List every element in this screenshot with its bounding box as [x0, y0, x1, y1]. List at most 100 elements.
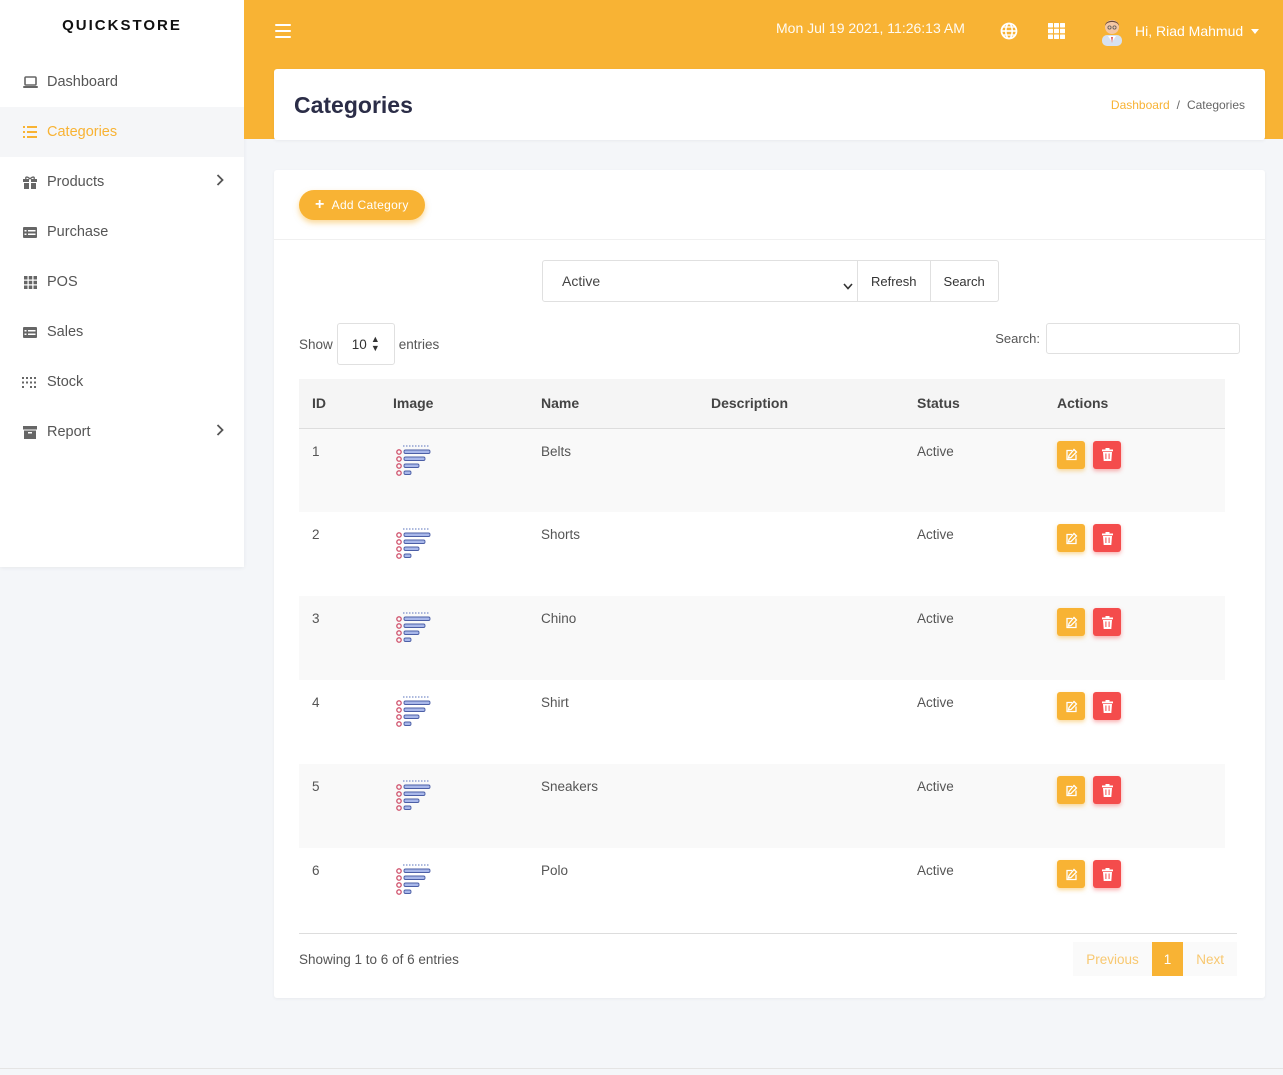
breadcrumb-current: Categories	[1186, 98, 1245, 112]
sidebar-nav: Dashboard Categories Products Purchase P…	[0, 57, 244, 457]
column-header-id[interactable]: ID	[299, 379, 393, 429]
table-footer-divider	[299, 933, 1237, 934]
sidebar-item-products[interactable]: Products	[0, 157, 244, 207]
sidebar-item-dashboard[interactable]: Dashboard	[0, 57, 244, 107]
globe-icon[interactable]	[1000, 22, 1018, 43]
edit-button[interactable]	[1057, 692, 1085, 720]
category-thumbnail-icon	[395, 780, 433, 816]
cell-actions	[1057, 512, 1225, 596]
category-thumbnail-icon	[395, 696, 433, 732]
user-greeting: Hi, Riad Mahmud	[1135, 23, 1244, 39]
row-actions	[1057, 692, 1225, 720]
page-length-value: 10	[351, 336, 367, 352]
avatar	[1097, 16, 1127, 46]
cell-name: Chino	[541, 611, 577, 626]
sidebar-item-categories[interactable]: Categories	[0, 107, 244, 157]
chevron-right-icon	[216, 424, 224, 440]
cell-name: Sneakers	[541, 779, 599, 794]
sidebar-item-label: Purchase	[47, 224, 109, 240]
show-label: Show	[299, 336, 333, 352]
cell-status: Active	[917, 611, 954, 626]
card-header: + Add Category	[274, 170, 1265, 240]
column-header-status[interactable]: Status	[917, 379, 1057, 429]
row-actions	[1057, 524, 1225, 552]
trash-icon	[1101, 783, 1113, 797]
refresh-button[interactable]: Refresh	[858, 260, 931, 302]
user-menu[interactable]: Hi, Riad Mahmud	[1097, 16, 1260, 46]
sidebar-item-label: Stock	[47, 374, 84, 390]
search-button[interactable]: Search	[930, 260, 999, 302]
category-thumbnail-icon	[395, 864, 433, 900]
edit-button[interactable]	[1057, 860, 1085, 888]
cell-status: Active	[917, 863, 954, 878]
add-category-button[interactable]: + Add Category	[299, 190, 425, 220]
sidebar-item-label: Products	[47, 174, 105, 190]
cell-image	[393, 428, 541, 512]
table-body: 1 Belts Active 2 Shorts Active 3 Chino A…	[299, 428, 1225, 932]
grid-icon	[22, 275, 38, 289]
table-row: 4 Shirt Active	[299, 680, 1225, 764]
cell-name: Shirt	[541, 695, 569, 710]
trash-icon	[1101, 699, 1113, 713]
pagination-next[interactable]: Next	[1183, 942, 1237, 976]
delete-button[interactable]	[1093, 608, 1121, 636]
trash-icon	[1101, 448, 1113, 461]
laptop-icon	[22, 75, 38, 89]
cell-status: Active	[917, 695, 954, 710]
cell-id: 3	[312, 611, 320, 626]
edit-button[interactable]	[1057, 608, 1085, 636]
delete-button[interactable]	[1093, 692, 1121, 720]
column-header-description[interactable]: Description	[711, 379, 917, 429]
cell-actions	[1057, 848, 1225, 932]
apps-grid-icon[interactable]	[1048, 23, 1065, 42]
delete-button[interactable]	[1093, 440, 1121, 469]
archive-icon	[22, 425, 38, 439]
trash-icon	[1101, 531, 1113, 545]
sidebar-item-purchase[interactable]: Purchase	[0, 207, 244, 257]
delete-button[interactable]	[1093, 860, 1121, 888]
table-search: Search:	[995, 323, 1240, 354]
cell-status: Active	[917, 527, 954, 542]
table-search-input[interactable]	[1046, 323, 1240, 354]
sort-updown-icon: ▲ ▼	[370, 334, 380, 353]
cell-name: Shorts	[541, 527, 581, 542]
row-actions	[1057, 440, 1225, 469]
column-header-image[interactable]: Image	[393, 379, 541, 429]
edit-button[interactable]	[1057, 440, 1085, 469]
row-actions	[1057, 860, 1225, 888]
sidebar-item-label: POS	[47, 274, 78, 290]
pagination-page[interactable]: 1	[1151, 942, 1184, 976]
edit-button[interactable]	[1057, 776, 1085, 804]
list-icon	[22, 125, 38, 139]
sidebar-item-pos[interactable]: POS	[0, 257, 244, 307]
sidebar-item-report[interactable]: Report	[0, 407, 244, 457]
column-header-name[interactable]: Name	[541, 379, 711, 429]
cell-status: Active	[917, 779, 954, 794]
edit-icon	[1065, 616, 1078, 629]
status-select[interactable]: Active	[542, 260, 858, 302]
delete-button[interactable]	[1093, 524, 1121, 552]
breadcrumb-dashboard[interactable]: Dashboard	[1111, 98, 1170, 112]
brand-logo[interactable]: QUICKSTORE	[0, 0, 244, 50]
edit-icon	[1065, 532, 1078, 545]
dots-grid-icon	[22, 375, 38, 389]
chevron-down-icon	[843, 277, 853, 293]
cell-image	[393, 512, 541, 596]
sidebar-item-label: Sales	[47, 324, 84, 340]
cell-id: 1	[312, 443, 320, 459]
sidebar: QUICKSTORE Dashboard Categories Products	[0, 0, 244, 567]
page-length-select[interactable]: 10 ▲ ▼	[336, 323, 395, 365]
sidebar-item-stock[interactable]: Stock	[0, 357, 244, 407]
categories-card: + Add Category Active Refresh Search Sho…	[274, 170, 1265, 998]
edit-icon	[1065, 448, 1078, 461]
pagination-previous[interactable]: Previous	[1073, 942, 1152, 976]
cell-description	[711, 596, 917, 680]
table-row: 5 Sneakers Active	[299, 764, 1225, 848]
menu-toggle-icon[interactable]	[275, 24, 291, 38]
chevron-right-icon	[216, 174, 224, 190]
sidebar-item-sales[interactable]: Sales	[0, 307, 244, 357]
edit-button[interactable]	[1057, 524, 1085, 552]
page-length-control: Show 10 ▲ ▼ entries	[299, 323, 439, 365]
delete-button[interactable]	[1093, 776, 1121, 804]
page-header-card: Categories Dashboard / Categories	[274, 69, 1265, 140]
